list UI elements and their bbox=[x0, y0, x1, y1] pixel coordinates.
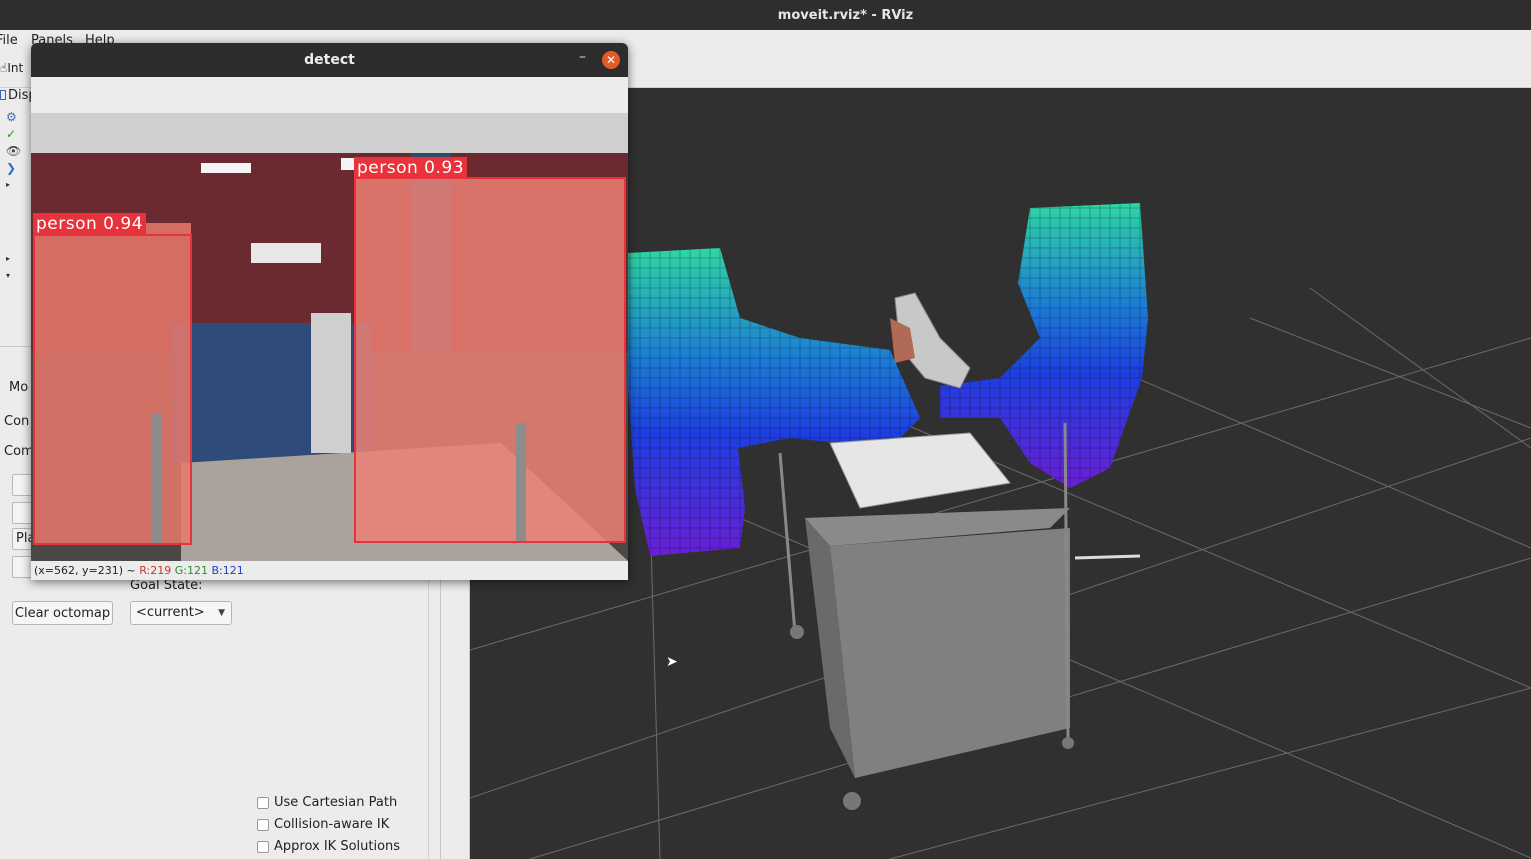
goal-state-select[interactable]: <current> ▼ bbox=[130, 601, 232, 625]
detection-box bbox=[354, 177, 626, 543]
table-cart bbox=[778, 422, 1074, 810]
expand-arrow-icon[interactable]: ▸ bbox=[6, 180, 10, 189]
scan-points bbox=[1074, 554, 1141, 560]
global-options-icon[interactable]: ⚙ bbox=[6, 110, 17, 124]
interact-tool[interactable]: ☝Int bbox=[0, 61, 23, 75]
approx-ik-solutions-checkbox[interactable]: Approx IK Solutions bbox=[257, 839, 400, 854]
column-divider bbox=[428, 558, 429, 859]
context-tab[interactable]: Con bbox=[4, 414, 29, 429]
checkbox-box[interactable] bbox=[257, 818, 269, 831]
detect-window[interactable]: detect – ✕ person 0.94 person 0.93 (x=56… bbox=[31, 43, 628, 580]
minimize-button[interactable]: – bbox=[579, 49, 586, 65]
pixel-red: R:219 bbox=[139, 564, 172, 577]
detect-title: detect bbox=[304, 52, 355, 68]
view-eye-icon[interactable]: 👁 bbox=[6, 144, 21, 158]
collapse-arrow-icon[interactable]: ▾ bbox=[6, 271, 10, 280]
pixel-status-line: (x=562, y=231) ~ R:219 G:121 B:121 bbox=[31, 561, 628, 580]
robot-arm bbox=[890, 292, 971, 389]
rviz-3d-viewport[interactable]: ➤ bbox=[470, 88, 1531, 859]
window-title: moveit.rviz* - RViz bbox=[777, 7, 914, 23]
detection-label: person 0.94 bbox=[33, 213, 147, 235]
camera-frame[interactable]: person 0.94 person 0.93 bbox=[31, 113, 628, 561]
detection-label: person 0.93 bbox=[354, 157, 468, 179]
pixel-blue: B:121 bbox=[211, 564, 244, 577]
pixel-green: G:121 bbox=[174, 564, 208, 577]
clear-octomap-button[interactable]: Clear octomap bbox=[12, 601, 113, 625]
close-button[interactable]: ✕ bbox=[602, 51, 620, 69]
pixel-coords: (x=562, y=231) ~ bbox=[34, 564, 136, 577]
collision-aware-ik-checkbox[interactable]: Collision-aware IK bbox=[257, 817, 389, 832]
goal-state-value: <current> bbox=[136, 605, 205, 620]
chevron-down-icon: ▼ bbox=[218, 608, 225, 618]
status-ok-icon[interactable]: ✓ bbox=[6, 127, 16, 141]
mouse-cursor-icon: ➤ bbox=[666, 654, 678, 670]
displays-icon bbox=[0, 90, 6, 100]
menu-file[interactable]: File bbox=[0, 33, 18, 48]
use-cartesian-path-checkbox[interactable]: Use Cartesian Path bbox=[257, 795, 397, 810]
voxel-person-left bbox=[628, 248, 920, 556]
checkbox-box[interactable] bbox=[257, 840, 269, 853]
detection-box bbox=[33, 234, 192, 545]
window-titlebar: moveit.rviz* - RViz bbox=[0, 0, 1531, 30]
expand-arrow-icon[interactable]: ▸ bbox=[6, 254, 10, 263]
goal-state-label: Goal State: bbox=[130, 578, 203, 593]
detect-toolbar bbox=[31, 77, 628, 113]
commands-label: Com bbox=[4, 444, 34, 459]
motion-planning-icon[interactable]: ❯ bbox=[6, 161, 16, 175]
checkbox-box[interactable] bbox=[257, 796, 269, 809]
scene-render bbox=[470, 203, 1531, 859]
detect-titlebar[interactable]: detect bbox=[31, 43, 628, 77]
